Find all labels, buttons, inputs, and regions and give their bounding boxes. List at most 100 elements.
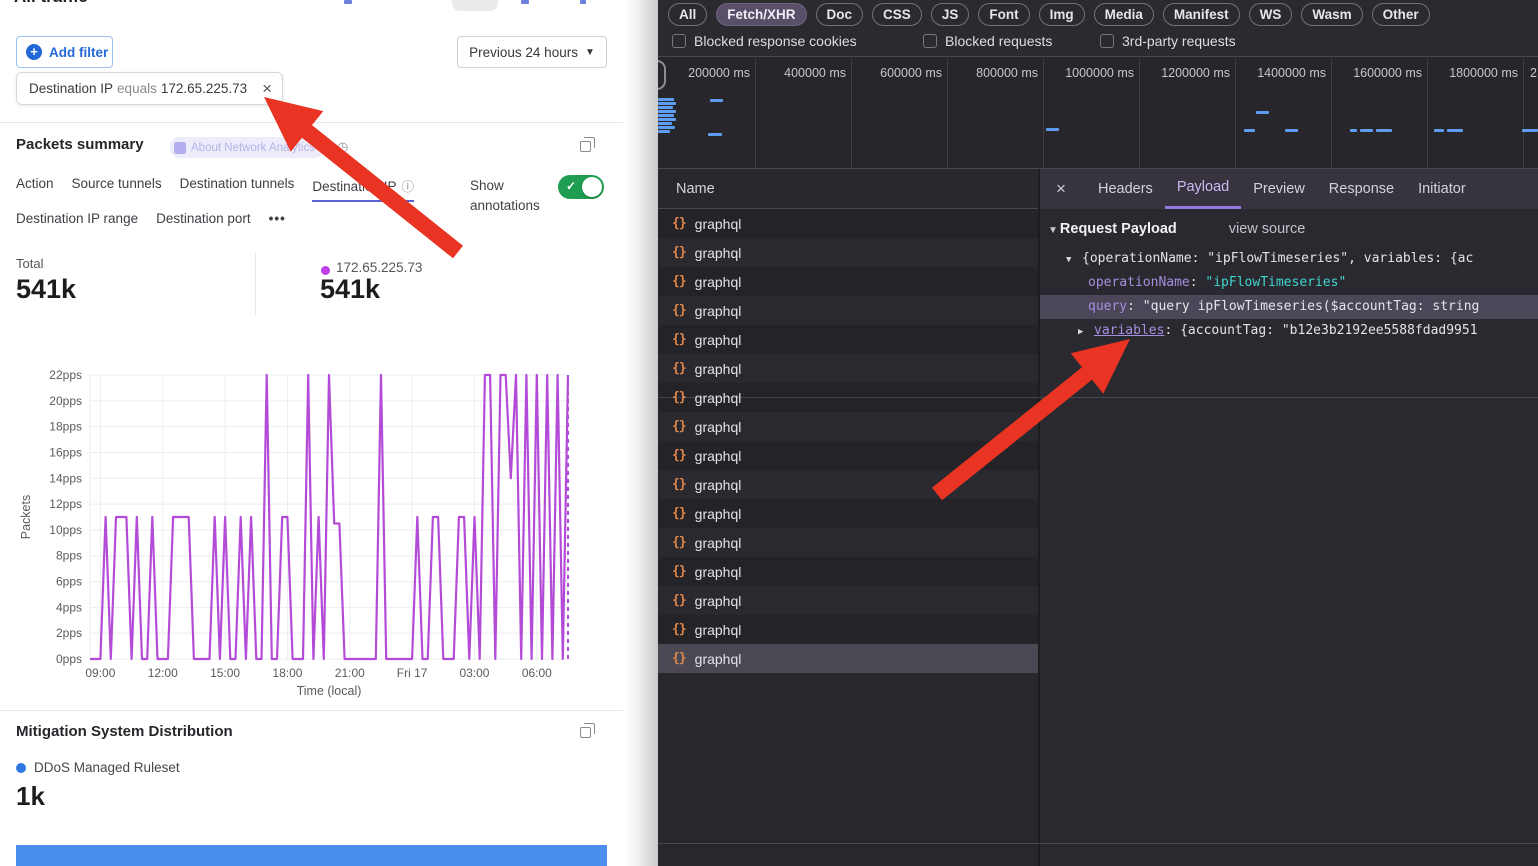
- expanded-triangle-icon[interactable]: ▼: [1066, 248, 1082, 271]
- filter-pill-other[interactable]: Other: [1372, 3, 1430, 26]
- waterfall-request-bar: [710, 99, 723, 102]
- tab-destination-ip-range[interactable]: Destination IP range: [16, 211, 138, 226]
- remove-filter-icon[interactable]: ×: [262, 80, 272, 97]
- timeline-tick-label: 1600000 ms: [1353, 66, 1422, 80]
- view-source-link[interactable]: view source: [1229, 221, 1306, 237]
- detail-tab-headers[interactable]: Headers: [1086, 169, 1165, 209]
- tab-action[interactable]: Action: [16, 176, 54, 202]
- svg-text:Packets: Packets: [19, 495, 33, 539]
- timeline-gridline: [947, 58, 948, 169]
- show-annotations-label: Show annotations: [470, 176, 554, 216]
- filter-pill-media[interactable]: Media: [1094, 3, 1154, 26]
- request-row-graphql[interactable]: {}graphql: [658, 615, 1038, 644]
- more-tabs-button[interactable]: •••: [269, 211, 286, 226]
- waterfall-request-bar: [1447, 129, 1463, 132]
- filter-pill-fetch-xhr[interactable]: Fetch/XHR: [716, 3, 806, 26]
- payload-tree-row[interactable]: operationName: "ipFlowTimeseries": [1040, 271, 1538, 295]
- filter-pill-all[interactable]: All: [668, 3, 707, 26]
- about-network-analytics-badge[interactable]: About Network Analytics: [170, 137, 324, 158]
- detail-tab-initiator[interactable]: Initiator: [1406, 169, 1478, 209]
- detail-tabbar: × HeadersPayloadPreviewResponseInitiator: [1040, 169, 1538, 209]
- timeline-gridline: [1331, 58, 1332, 169]
- payload-tree-row[interactable]: ▶variables: {accountTag: "b12e3b2192ee55…: [1040, 319, 1538, 343]
- detail-tab-payload[interactable]: Payload: [1165, 169, 1241, 209]
- json-braces-icon: {}: [672, 506, 686, 521]
- filter-pill-img[interactable]: Img: [1039, 3, 1085, 26]
- json-braces-icon: {}: [672, 419, 686, 434]
- timeline-tick-label: 800000 ms: [976, 66, 1038, 80]
- checkbox-blocked-response-cookies[interactable]: Blocked response cookies: [672, 33, 857, 49]
- request-row-graphql[interactable]: {}graphql: [658, 470, 1038, 499]
- request-row-graphql[interactable]: {}graphql: [658, 267, 1038, 296]
- tab-destination-port[interactable]: Destination port: [156, 211, 251, 226]
- svg-text:16pps: 16pps: [49, 445, 82, 459]
- waterfall-request-bar: [1522, 129, 1538, 132]
- request-row-graphql[interactable]: {}graphql: [658, 412, 1038, 441]
- filter-pill-wasm[interactable]: Wasm: [1301, 3, 1362, 26]
- mitigation-legend: DDoS Managed Ruleset: [16, 760, 180, 775]
- filter-pill-ws[interactable]: WS: [1249, 3, 1293, 26]
- collapse-triangle-icon[interactable]: ▼: [1048, 225, 1058, 236]
- request-name: graphql: [695, 332, 742, 348]
- filter-pill-font[interactable]: Font: [978, 3, 1029, 26]
- request-name: graphql: [695, 622, 742, 638]
- payload-value: "ipFlowTimeseries": [1205, 275, 1346, 290]
- add-filter-button[interactable]: + Add filter: [16, 36, 113, 68]
- tab-source-tunnels[interactable]: Source tunnels: [72, 176, 162, 202]
- request-row-graphql[interactable]: {}graphql: [658, 528, 1038, 557]
- payload-tree-row[interactable]: ▼{operationName: "ipFlowTimeseries", var…: [1040, 247, 1538, 271]
- filter-pill-manifest[interactable]: Manifest: [1163, 3, 1240, 26]
- expand-copy-icon[interactable]: [580, 727, 591, 738]
- request-row-graphql[interactable]: {}graphql: [658, 441, 1038, 470]
- request-row-graphql[interactable]: {}graphql: [658, 586, 1038, 615]
- request-name: graphql: [695, 303, 742, 319]
- mitigation-title: Mitigation System Distribution: [16, 723, 233, 740]
- svg-text:14pps: 14pps: [49, 471, 82, 485]
- collapsed-triangle-icon[interactable]: ▶: [1078, 320, 1094, 343]
- json-braces-icon: {}: [672, 477, 686, 492]
- checkbox-icon[interactable]: [672, 34, 686, 48]
- request-row-graphql[interactable]: {}graphql: [658, 238, 1038, 267]
- filter-chip[interactable]: Destination IP equals 172.65.225.73 ×: [16, 72, 283, 105]
- json-braces-icon: {}: [672, 448, 686, 463]
- network-overview-timeline[interactable]: 200000 ms400000 ms600000 ms800000 ms1000…: [658, 58, 1538, 169]
- timeline-gridline: [851, 58, 852, 169]
- request-row-graphql[interactable]: {} graphql: [658, 499, 1038, 528]
- checkbox-icon[interactable]: [1100, 34, 1114, 48]
- close-icon[interactable]: ×: [1056, 179, 1086, 199]
- request-row-graphql[interactable]: {}graphql: [658, 354, 1038, 383]
- waterfall-request-bar: [658, 106, 673, 109]
- json-braces-icon: {}: [672, 535, 686, 550]
- request-row-graphql[interactable]: {}graphql: [658, 557, 1038, 586]
- detail-tab-preview[interactable]: Preview: [1241, 169, 1317, 209]
- waterfall-request-bar: [1244, 129, 1255, 132]
- request-row-graphql[interactable]: {}graphql: [658, 296, 1038, 325]
- filter-pill-css[interactable]: CSS: [872, 3, 922, 26]
- divider: [0, 710, 623, 711]
- request-name: graphql: [695, 506, 742, 522]
- request-row-graphql[interactable]: {}graphql: [658, 209, 1038, 238]
- payload-tree-row[interactable]: query: "query ipFlowTimeseries($accountT…: [1040, 295, 1538, 319]
- request-row-graphql[interactable]: {}graphql: [658, 644, 1038, 673]
- filter-pill-doc[interactable]: Doc: [816, 3, 864, 26]
- name-column-header[interactable]: Name: [658, 169, 1038, 209]
- checkbox-blocked-requests[interactable]: Blocked requests: [923, 33, 1052, 49]
- checkbox-3rd-party-requests[interactable]: 3rd-party requests: [1100, 33, 1236, 49]
- detail-tab-response[interactable]: Response: [1317, 169, 1406, 209]
- request-payload-header: ▼ Request Payload view source: [1048, 221, 1305, 237]
- series-value: 541k: [320, 274, 380, 305]
- page-title-clipped: All traffic: [14, 0, 88, 8]
- expand-copy-icon[interactable]: [580, 141, 591, 152]
- filter-pill-js[interactable]: JS: [931, 3, 970, 26]
- request-row-graphql[interactable]: {}graphql: [658, 325, 1038, 354]
- show-annotations-toggle[interactable]: ✓: [558, 175, 604, 199]
- tab-destination-tunnels[interactable]: Destination tunnels: [180, 176, 295, 202]
- svg-text:18:00: 18:00: [272, 666, 302, 680]
- waterfall-request-bar: [1350, 129, 1357, 132]
- tab-destination-ip[interactable]: Destination IPⓘ: [312, 176, 414, 202]
- svg-text:10pps: 10pps: [49, 523, 82, 537]
- time-range-dropdown[interactable]: Previous 24 hours ▼: [457, 36, 607, 68]
- checkbox-icon[interactable]: [923, 34, 937, 48]
- series-ip-label: 172.65.225.73: [336, 260, 422, 275]
- packets-timeseries-chart: 0pps2pps4pps6pps8pps10pps12pps14pps16pps…: [0, 362, 615, 698]
